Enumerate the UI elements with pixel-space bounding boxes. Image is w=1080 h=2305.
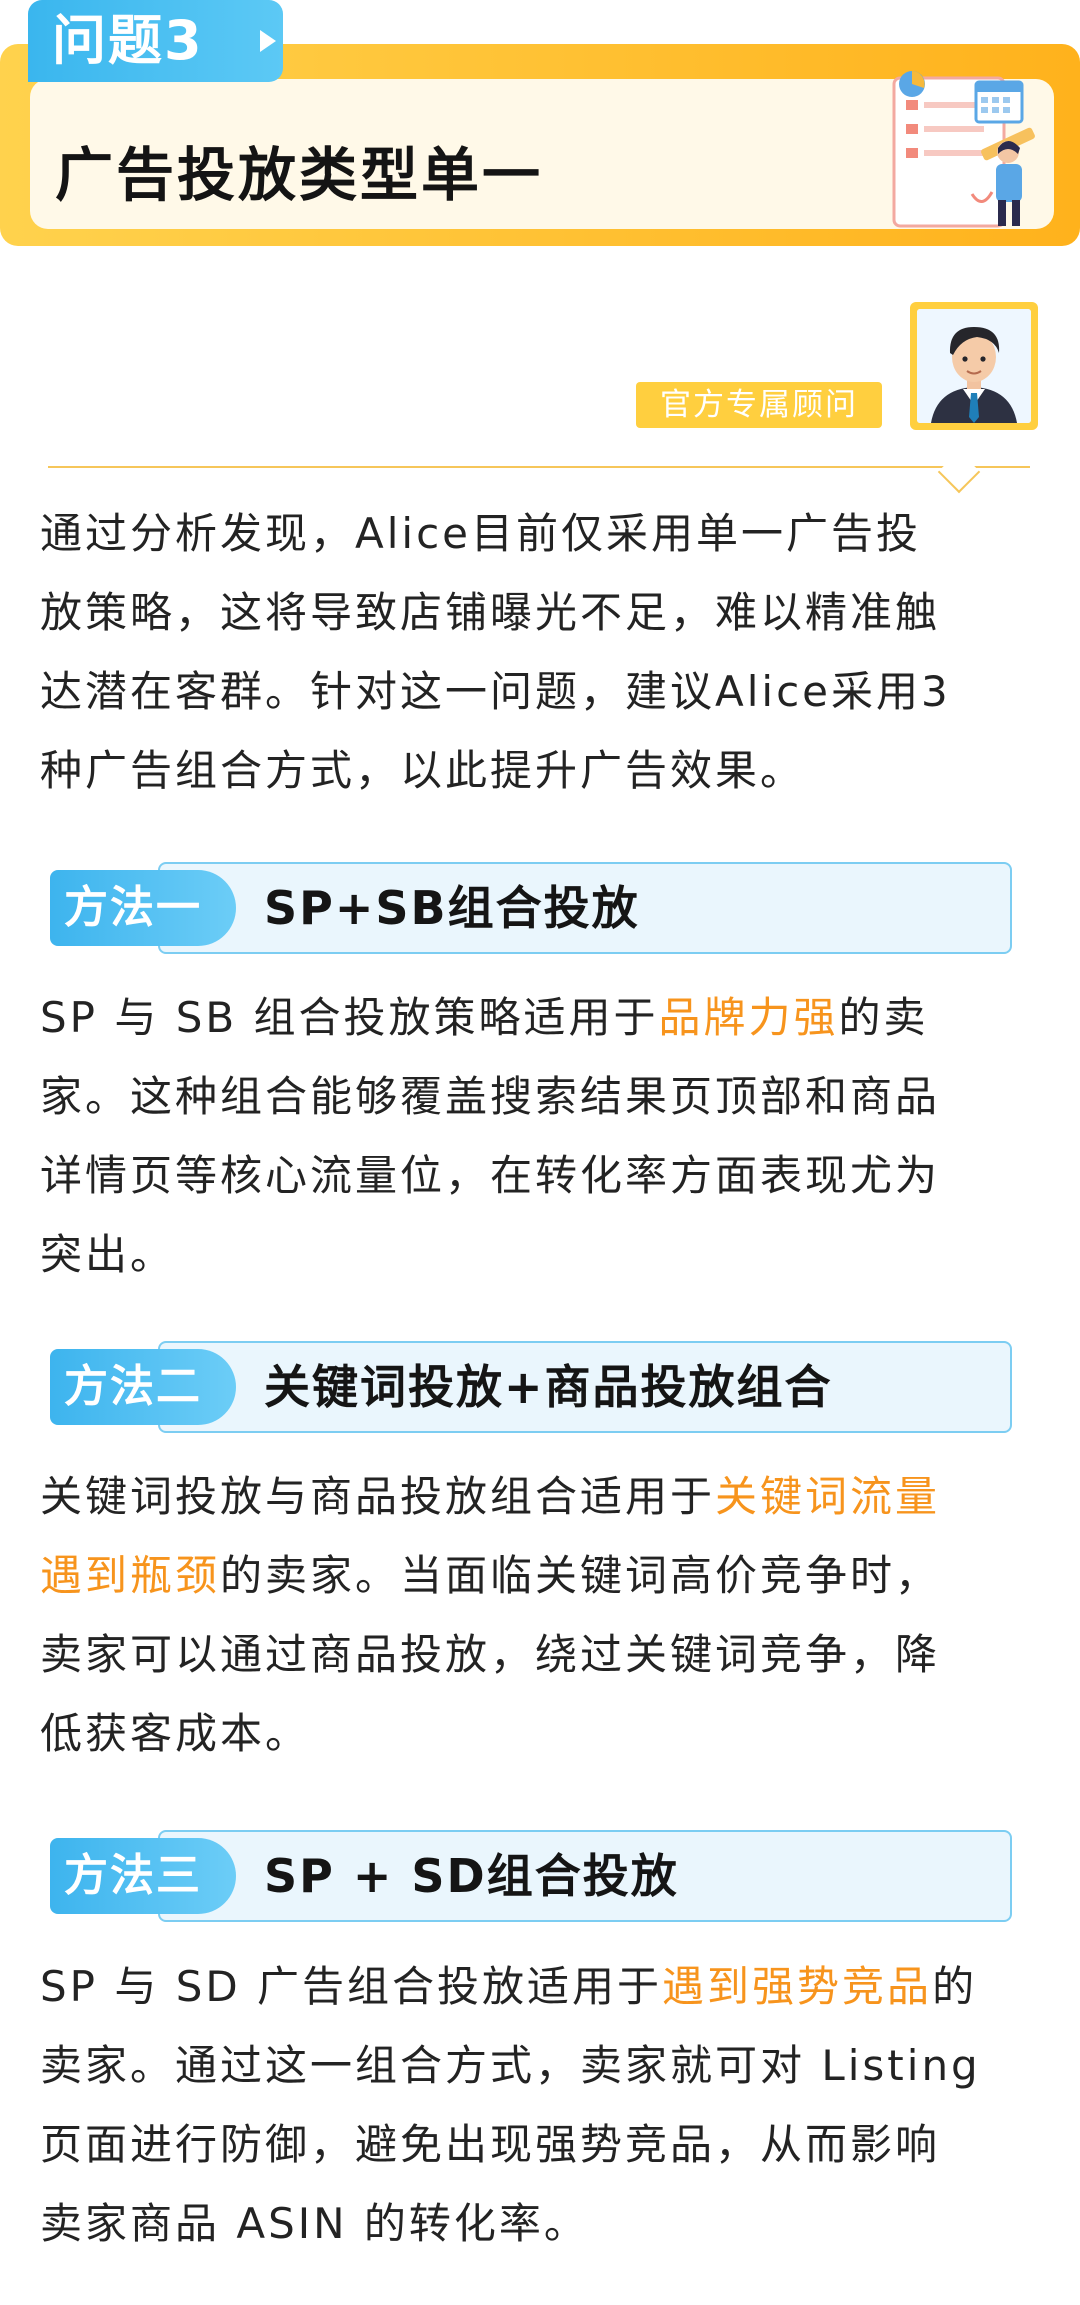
- method-2-line-3: 卖家可以通过商品投放，绕过关键词竞争，降: [40, 1630, 941, 1679]
- intro-line: 种广告组合方式，以此提升广告效果。: [40, 746, 806, 795]
- divider-notch: [937, 450, 981, 494]
- method-1-line-1: SP 与 SB 组合投放策略适用于品牌力强的卖: [40, 978, 1050, 1057]
- question-tab-label: 问题3: [52, 9, 204, 72]
- intro-line: 达潜在客群。针对这一问题，建议Alice采用3: [40, 667, 951, 716]
- play-triangle-icon: [260, 30, 276, 52]
- method-2-line-1: 关键词投放与商品投放组合适用于关键词流量: [40, 1457, 1050, 1536]
- question-tab: 问题3: [28, 0, 283, 82]
- method-tag: 方法一: [50, 870, 236, 946]
- method-3-line-3: 页面进行防御，避免出现强势竞品，从而影响: [40, 2120, 941, 2169]
- method-tag: 方法二: [50, 1349, 236, 1425]
- method-title: 关键词投放+商品投放组合: [264, 1360, 833, 1414]
- method-2-line-2: 遇到瓶颈的卖家。当面临关键词高价竞争时，: [40, 1536, 1050, 1615]
- text-span: 的卖: [838, 993, 929, 1042]
- intro-line: 放策略，这将导致店铺曝光不足，难以精准触: [40, 588, 941, 637]
- text-span: SP 与 SD 广告组合投放适用于: [40, 1962, 663, 2011]
- intro-paragraph: 通过分析发现，Alice目前仅采用单一广告投 放策略，这将导致店铺曝光不足，难以…: [40, 494, 1050, 810]
- advisor-avatar-frame: [910, 302, 1038, 430]
- highlight-text: 遇到强势竞品: [662, 1962, 933, 2011]
- divider: [48, 466, 1030, 468]
- method-1-line-4: 突出。: [40, 1230, 176, 1279]
- document-checklist-illustration: [892, 71, 1035, 228]
- method-2-paragraph: 关键词投放与商品投放组合适用于关键词流量 遇到瓶颈的卖家。当面临关键词高价竞争时…: [40, 1457, 1050, 1773]
- method-2-line-4: 低获客成本。: [40, 1709, 311, 1758]
- highlight-text: 关键词流量: [715, 1472, 941, 1521]
- method-3-line-4: 卖家商品 ASIN 的转化率。: [40, 2199, 589, 2248]
- method-3-paragraph: SP 与 SD 广告组合投放适用于遇到强势竞品的 卖家。通过这一组合方式，卖家就…: [40, 1947, 1050, 2263]
- text-span: 的: [932, 1962, 978, 2011]
- method-1-line-3: 详情页等核心流量位，在转化率方面表现尤为: [40, 1151, 941, 1200]
- highlight-text: 遇到瓶颈: [40, 1551, 221, 1600]
- text-span: 关键词投放与商品投放组合适用于: [40, 1472, 716, 1521]
- advisor-label: 官方专属顾问: [636, 382, 882, 428]
- method-1-paragraph: SP 与 SB 组合投放策略适用于品牌力强的卖 家。这种组合能够覆盖搜索结果页顶…: [40, 978, 1050, 1294]
- method-tag: 方法三: [50, 1838, 236, 1914]
- highlight-text: 品牌力强: [658, 993, 839, 1042]
- intro-line: 通过分析发现，Alice目前仅采用单一广告投: [40, 509, 922, 558]
- method-header-1: 方法一 SP+SB组合投放: [50, 862, 1012, 954]
- text-span: 的卖家。当面临关键词高价竞争时，: [220, 1551, 941, 1600]
- page-title: 广告投放类型单一: [55, 141, 544, 209]
- method-1-line-2: 家。这种组合能够覆盖搜索结果页顶部和商品: [40, 1072, 941, 1121]
- advisor-avatar: [917, 309, 1031, 423]
- method-title: SP+SB组合投放: [264, 881, 640, 935]
- method-3-line-1: SP 与 SD 广告组合投放适用于遇到强势竞品的: [40, 1947, 1050, 2026]
- method-3-line-2: 卖家。通过这一组合方式，卖家就可对 Listing: [40, 2041, 981, 2090]
- method-header-2: 方法二 关键词投放+商品投放组合: [50, 1341, 1012, 1433]
- method-title: SP + SD组合投放: [264, 1849, 679, 1903]
- method-header-3: 方法三 SP + SD组合投放: [50, 1830, 1012, 1922]
- text-span: SP 与 SB 组合投放策略适用于: [40, 993, 659, 1042]
